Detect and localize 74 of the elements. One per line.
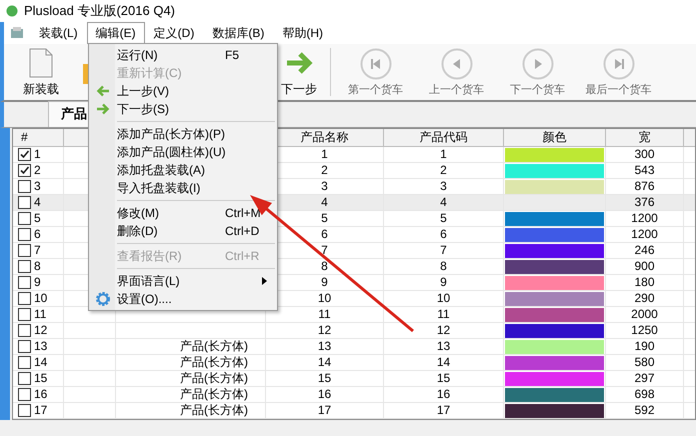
table-cell: 4 — [321, 195, 328, 210]
table-cell: 15 — [436, 371, 450, 386]
row-number: 17 — [34, 403, 48, 418]
table-cell: 13 — [318, 339, 332, 354]
table-cell: 产品(长方体) — [180, 371, 248, 386]
table-cell: 5 — [440, 211, 447, 226]
table-cell: 180 — [634, 275, 655, 290]
row-number: 6 — [34, 227, 41, 242]
table-cell: 900 — [634, 259, 655, 274]
table-cell: 11 — [318, 307, 331, 322]
row-number: 10 — [34, 291, 48, 306]
row-number: 1 — [34, 147, 41, 162]
row-number: 3 — [34, 179, 41, 194]
table-cell: 580 — [634, 355, 655, 370]
table-cell: 产品(长方体) — [180, 339, 248, 354]
table-cell: 300 — [634, 147, 655, 162]
table-cell: 12 — [318, 323, 332, 338]
row-number: 8 — [34, 259, 41, 274]
table-cell: 1 — [440, 147, 447, 162]
row-number: 16 — [34, 387, 48, 402]
table-cell: 543 — [634, 163, 655, 178]
table-cell: 1200 — [631, 211, 658, 226]
table-cell: 13 — [436, 339, 450, 354]
table-cell: 12 — [436, 323, 450, 338]
table-cell: 2 — [321, 163, 328, 178]
row-number: 12 — [34, 323, 48, 338]
table-cell: 5 — [321, 211, 328, 226]
table-cell: 17 — [318, 403, 332, 418]
table-cell: 8 — [440, 259, 447, 274]
table-cell: 376 — [634, 195, 655, 210]
table-cell: 297 — [634, 371, 655, 386]
table-cell: 14 — [318, 355, 332, 370]
table-cell: 2 — [440, 163, 447, 178]
table-cell: 3 — [440, 179, 447, 194]
table-cell: 产品(长方体) — [180, 355, 248, 370]
row-number: 14 — [34, 355, 48, 370]
table-cell: 1200 — [631, 227, 658, 242]
table-cell: 1 — [321, 147, 328, 162]
table-cell: 14 — [436, 355, 450, 370]
table-cell: 1250 — [631, 323, 658, 338]
table-cell: 3 — [321, 179, 328, 194]
table-cell: 产品(长方体) — [180, 387, 248, 402]
row-number: 13 — [34, 339, 48, 354]
table-cell: 16 — [318, 387, 332, 402]
row-number: 11 — [34, 307, 46, 322]
table-cell: 6 — [440, 227, 447, 242]
table-cell: 8 — [321, 259, 328, 274]
table-cell: 10 — [318, 291, 332, 306]
table-cell: 2000 — [631, 307, 658, 322]
table-cell: 290 — [634, 291, 655, 306]
table-cell: 190 — [634, 339, 655, 354]
table-cell: 11 — [437, 307, 450, 322]
table-cell: 9 — [440, 275, 447, 290]
table-cell: 17 — [436, 403, 450, 418]
row-number: 7 — [34, 243, 41, 258]
row-number: 5 — [34, 211, 41, 226]
row-number: 15 — [34, 371, 48, 386]
table-cell: 7 — [321, 243, 328, 258]
table-cell: 6 — [321, 227, 328, 242]
table-cell: 7 — [440, 243, 447, 258]
table-cell: 592 — [634, 403, 655, 418]
table-cell: 产品(长方体) — [180, 403, 248, 418]
table-cell: 876 — [634, 179, 655, 194]
row-number: 2 — [34, 163, 41, 178]
row-number: 4 — [34, 195, 41, 210]
table-cell: 698 — [634, 387, 655, 402]
window-title: Plusload 专业版(2016 Q4) — [24, 2, 176, 20]
table-cell: 10 — [436, 291, 450, 306]
table-cell: 246 — [634, 243, 655, 258]
table-cell: 9 — [321, 275, 328, 290]
table-cell: 16 — [436, 387, 450, 402]
row-number: 9 — [34, 275, 41, 290]
table-cell: 4 — [440, 195, 447, 210]
table-cell: 15 — [318, 371, 332, 386]
